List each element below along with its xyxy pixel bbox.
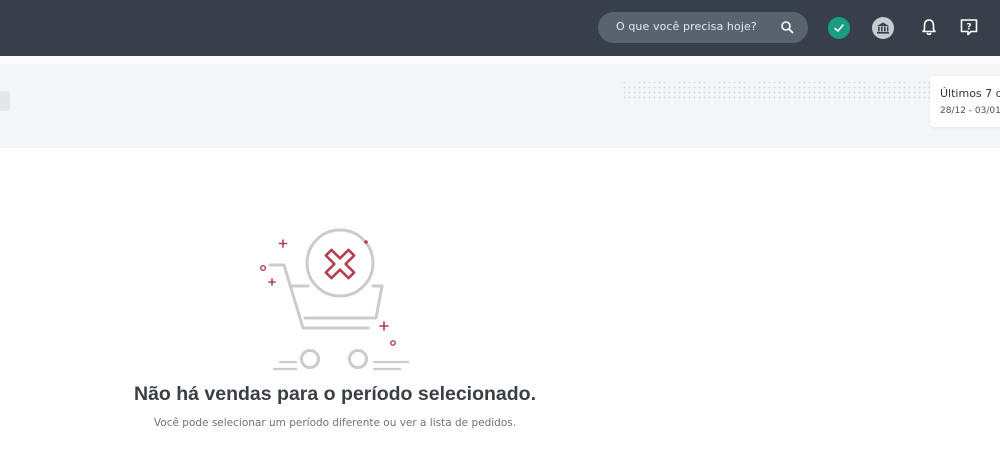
date-range-value: 28/12 - 03/01 [940, 106, 1000, 116]
search-input[interactable]: O que você precisa hoje? [598, 12, 808, 43]
check-status-icon[interactable] [828, 17, 850, 39]
search-icon[interactable] [780, 20, 794, 34]
top-header: O que você precisa hoje? ? [0, 0, 1000, 56]
filter-bar-divider [0, 56, 1000, 64]
help-icon[interactable]: ? [959, 17, 979, 37]
bell-icon[interactable] [919, 17, 939, 37]
empty-state-title: Não há vendas para o período selecionado… [133, 383, 537, 405]
search-placeholder: O que você precisa hoje? [616, 20, 757, 33]
filter-tab-handle[interactable] [0, 91, 10, 111]
empty-state-subtitle: Você pode selecionar um período diferent… [153, 417, 517, 429]
date-range-selector[interactable]: Últimos 7 d 28/12 - 03/01 [930, 76, 1000, 127]
date-range-label: Últimos 7 d [940, 87, 1000, 100]
loading-placeholder [622, 80, 930, 102]
svg-text:?: ? [966, 22, 971, 32]
empty-cart-icon [259, 228, 410, 371]
bank-icon[interactable] [871, 16, 895, 40]
filter-bar: Últimos 7 d 28/12 - 03/01 [0, 56, 1000, 148]
